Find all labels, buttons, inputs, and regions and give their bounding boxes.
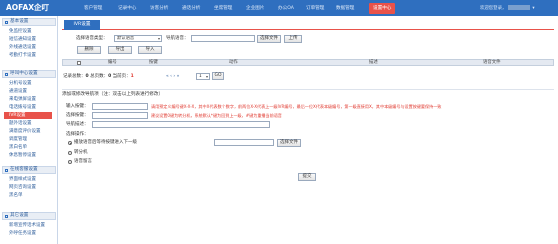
action-key-hint: 建议设置0键为转分机，系统默认*键为回到上一级，#键为重播当前语音 (151, 113, 282, 118)
key-label: 输入按键： (66, 104, 89, 109)
sidebar-item-web-blacklist[interactable]: 黑名单 (9, 192, 23, 199)
section-icon (5, 20, 8, 24)
section-icon (5, 214, 8, 218)
sidebar-item-extension[interactable]: 分机号设置 (9, 80, 32, 87)
pager-pages: 0 (108, 74, 112, 79)
section-title: 基本设置 (10, 19, 29, 24)
section-icon (5, 168, 8, 172)
nav-item-call-analysis[interactable]: 通话分析 (182, 4, 200, 13)
action-key-label: 选择按键： (66, 113, 89, 118)
pager-total-label: 记录总数： (63, 74, 86, 79)
pager-summary: 记录总数：0 总页数：0 当前页：1 (63, 73, 134, 80)
tab-ivr-settings[interactable]: IVR设置 (64, 20, 100, 30)
sidebar-item-script[interactable]: 新增宣传话术设置 (9, 222, 45, 229)
sidebar-item-popup[interactable]: 来电弹屏设置 (9, 96, 36, 103)
sidebar-section-online-service[interactable]: 在线客服设置 (2, 166, 56, 174)
sidebar-item-pause[interactable]: 休息暂停设置 (9, 152, 36, 159)
export-button[interactable]: 导出 (108, 46, 132, 54)
col-description: 描述 (369, 60, 378, 65)
section-title: 呼叫中心设置 (10, 71, 38, 76)
key-hint: 请用预定义编号键X-X-X，其中X代表数个数字，前两位X-X代表上一级IVR编号… (151, 104, 442, 109)
choose-file-button[interactable]: 选择文件 (257, 35, 281, 43)
nav-item-records[interactable]: 记录中心 (118, 4, 136, 13)
pager-nav-arrows[interactable]: « ‹ › » (166, 73, 179, 80)
nav-item-enterprise-pictures[interactable]: 企业图片 (246, 4, 264, 13)
action-key-input[interactable] (92, 112, 148, 119)
chevron-down-icon: ▾ (157, 36, 160, 41)
sidebar-item-satisfaction[interactable]: 满意度评价设置 (9, 128, 41, 135)
section-icon (5, 72, 8, 76)
nav-item-visitor-analysis[interactable]: 访客分析 (150, 4, 168, 13)
pager-current-label: 当前页： (112, 74, 131, 79)
section-title: 其它设置 (10, 213, 29, 218)
submit-button[interactable]: 提交 (298, 173, 316, 181)
key-input[interactable] (92, 103, 148, 110)
sidebar-section-other[interactable]: 其它设置 (2, 212, 56, 220)
sidebar: 基本设置 免监控设置 短信通知设置 外线通话设置 考勤打卡设置 呼叫中心设置 分… (0, 16, 58, 244)
chevron-down-icon[interactable]: ▾ (532, 5, 534, 12)
option-transfer-label[interactable]: 转分机 (74, 149, 88, 156)
option-transfer-radio[interactable] (68, 151, 72, 155)
sidebar-item-dispatch[interactable]: 调度管理 (9, 136, 27, 143)
pager-total: 0 (85, 74, 89, 79)
select-all-checkbox[interactable] (77, 60, 81, 65)
sidebar-item-outbound-task[interactable]: 外呼任务设置 (9, 230, 36, 237)
option-play-voice-radio[interactable] (68, 141, 72, 145)
upload-button[interactable]: 上传 (284, 35, 302, 43)
sidebar-item-ui-style[interactable]: 界面样式设置 (9, 176, 36, 183)
nav-voice-label: 导航语音： (166, 36, 189, 41)
pager-current: 1 (130, 74, 134, 79)
voice-type-value: 默认语音 (117, 36, 135, 41)
operation-label: 选择操作： (66, 132, 89, 137)
col-number: 编号 (108, 60, 117, 65)
voice-file-input[interactable] (214, 139, 274, 146)
voice-type-select[interactable]: 默认语音 ▾ (114, 35, 162, 42)
sidebar-item-dial[interactable]: 电话拨号设置 (9, 104, 36, 111)
welcome-text: 欢迎您登录， (480, 6, 507, 11)
section-title: 在线客服设置 (10, 167, 38, 172)
option-voicemail-radio[interactable] (68, 160, 72, 164)
sidebar-section-callcenter[interactable]: 呼叫中心设置 (2, 70, 56, 78)
col-key: 按键 (149, 60, 158, 65)
description-input[interactable] (92, 121, 270, 128)
welcome-area[interactable]: 欢迎您登录， ▾ (480, 5, 535, 12)
sidebar-item-attendance[interactable]: 考勤打卡设置 (9, 52, 36, 59)
option-play-voice-label[interactable]: 播放语音后等待按键进入下一级 (74, 139, 137, 146)
nav-item-orders[interactable]: 订单管理 (306, 4, 324, 13)
sidebar-item-no-monitor[interactable]: 免监控设置 (9, 28, 32, 35)
sidebar-item-blacklist[interactable]: 黑白名单 (9, 144, 27, 151)
description-label: 导航描述： (66, 122, 89, 127)
top-nav-bar: AOFAX企叮 客户管理 记录中心 访客分析 通话分析 坐席管理 企业图片 办公… (0, 0, 558, 16)
ivr-table-header: 编号 按键 动作 描述 语音文件 (62, 59, 554, 66)
username-redacted (508, 5, 531, 10)
sidebar-item-web-consult[interactable]: 网页咨询设置 (9, 184, 36, 191)
nav-item-customers[interactable]: 客户管理 (84, 4, 102, 13)
tab-strip: IVR设置 (62, 20, 554, 30)
nav-item-office-oa[interactable]: 办公OA (278, 4, 294, 13)
sidebar-section-basic[interactable]: 基本设置 (2, 18, 56, 26)
sidebar-item-outbound[interactable]: 外线通话设置 (9, 44, 36, 51)
nav-item-settings[interactable]: 设置中心 (369, 3, 396, 14)
sidebar-item-channel[interactable]: 通道设置 (9, 88, 27, 95)
chevron-down-icon: ▾ (205, 74, 208, 79)
delete-button[interactable]: 删除 (77, 46, 101, 54)
form-title: 添加或修改导航项（注：双击以上列表进行修改） (62, 89, 554, 98)
option-voicemail-label[interactable]: 语音留言 (74, 158, 92, 165)
nav-voice-input[interactable] (191, 35, 255, 42)
go-button[interactable]: GO (212, 72, 224, 80)
col-voice-file: 语音文件 (483, 60, 501, 65)
import-button[interactable]: 导入 (138, 46, 162, 54)
app-logo: AOFAX企叮 (6, 3, 50, 12)
sidebar-item-sms-notify[interactable]: 短信通知设置 (9, 36, 36, 43)
page-number-select[interactable]: 1 ▾ (196, 73, 210, 80)
sidebar-item-ivr[interactable]: IVR设置 (4, 112, 52, 119)
sidebar-item-topic[interactable]: 题外话设置 (9, 120, 32, 127)
pager-pages-label: 总页数： (90, 74, 109, 79)
nav-item-data[interactable]: 数据管理 (336, 4, 354, 13)
col-action: 动作 (229, 60, 238, 65)
voice-type-label: 选择语音类型： (76, 36, 108, 41)
form-choose-file-button[interactable]: 选择文件 (277, 139, 301, 147)
page-number-value: 1 (199, 74, 202, 79)
nav-item-agent-management[interactable]: 坐席管理 (214, 4, 232, 13)
